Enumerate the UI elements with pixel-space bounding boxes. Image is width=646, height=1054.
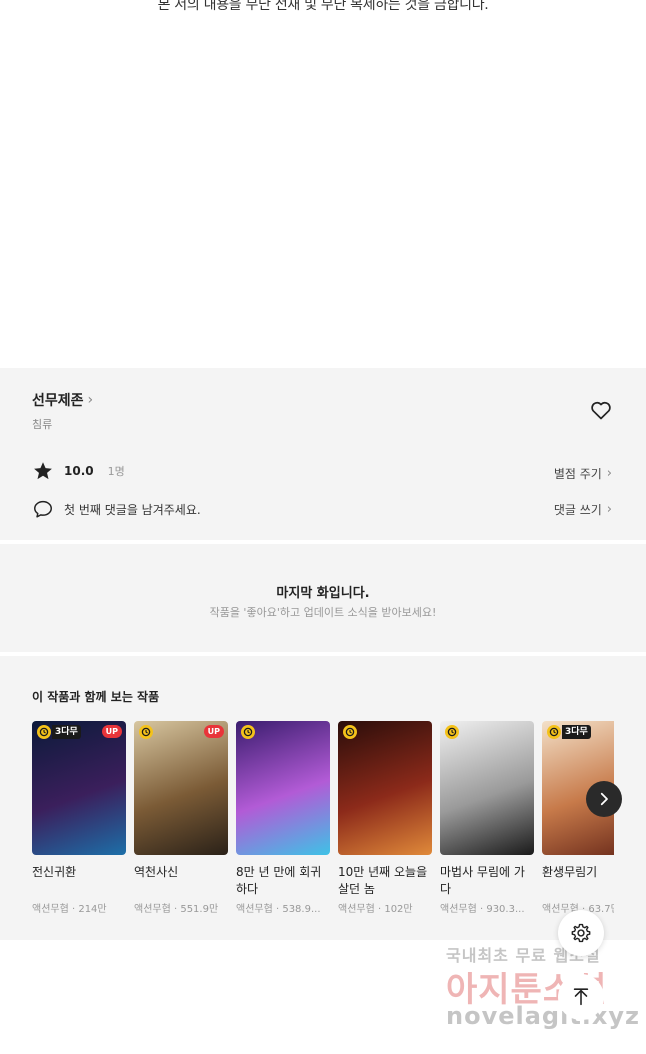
like-button[interactable] <box>589 398 613 422</box>
write-comment-label: 댓글 쓰기 <box>553 503 602 517</box>
up-badge: UP <box>101 725 122 738</box>
cover-art <box>440 721 534 855</box>
last-episode-subtitle: 작품을 '좋아요'하고 업데이트 소식을 받아보세요! <box>209 606 437 619</box>
cover-thumbnail[interactable] <box>338 721 432 855</box>
recommendations-list: 3다무 UP 전신귀환액션무협 · 214만 UP 역천사신액션무협 · 551.9만 8… <box>32 721 614 926</box>
arrow-up-icon <box>573 988 589 1006</box>
rate-label: 별점 주기 <box>553 467 602 481</box>
rating-row: 10.0 1명 <box>32 460 125 482</box>
recommendation-meta: 액션무협 · 930.3... <box>440 904 525 915</box>
series-author: 침류 <box>32 418 53 431</box>
recommendation-card[interactable]: 3다무 UP 전신귀환액션무협 · 214만 <box>32 721 126 915</box>
settings-button[interactable] <box>558 910 604 956</box>
clock-icon <box>37 725 51 739</box>
up-badge: UP <box>203 725 224 738</box>
recommendation-title[interactable]: 전신귀환 <box>32 864 126 898</box>
recommendation-title[interactable]: 마법사 무림에 가다 <box>440 864 534 898</box>
clock-icon <box>343 725 357 739</box>
cover-art <box>134 721 228 855</box>
comment-icon <box>34 500 52 518</box>
recommendation-meta: 액션무협 · 551.9만 <box>134 904 219 915</box>
three-day-free-badge: 3다무 <box>562 725 591 739</box>
clock-icon <box>445 725 459 739</box>
rating-score: 10.0 <box>64 464 94 478</box>
write-comment-button[interactable]: 댓글 쓰기 › <box>554 501 612 518</box>
cover-thumbnail[interactable]: UP <box>134 721 228 855</box>
recommendation-card[interactable]: 8만 년 만에 회귀하다액션무협 · 538.9... <box>236 721 330 915</box>
last-episode-title: 마지막 화입니다. <box>276 586 370 601</box>
recommendation-meta: 액션무협 · 538.9... <box>236 904 321 915</box>
recommendation-meta: 액션무협 · 102만 <box>338 904 413 915</box>
recommendation-card[interactable]: 10만 년째 오늘을 살던 놈액션무협 · 102만 <box>338 721 432 915</box>
settings-icon <box>571 923 591 943</box>
recommendation-title[interactable]: 환생무림기 <box>542 864 614 898</box>
recommendation-card[interactable]: UP 역천사신액션무협 · 551.9만 <box>134 721 228 915</box>
recommendation-title[interactable]: 역천사신 <box>134 864 228 898</box>
scroll-top-button[interactable] <box>558 974 604 1020</box>
series-title: 선무제존 <box>32 393 84 409</box>
chevron-right-icon: › <box>606 502 612 517</box>
rate-button[interactable]: 별점 주기 › <box>554 465 612 482</box>
recommendations-panel: 이 작품과 함께 보는 작품 3다무 UP 전신귀환액션무협 · 214만 UP 역천사… <box>0 656 646 940</box>
recommendation-meta: 액션무협 · 214만 <box>32 904 107 915</box>
cover-art <box>338 721 432 855</box>
comment-prompt[interactable]: 첫 번째 댓글을 남겨주세요. <box>64 501 201 518</box>
chevron-right-icon <box>600 792 608 806</box>
recommendation-title[interactable]: 10만 년째 오늘을 살던 놈 <box>338 864 432 898</box>
next-button[interactable] <box>586 781 622 817</box>
recommendations-heading: 이 작품과 함께 보는 작품 <box>32 690 160 704</box>
recommendation-card[interactable]: 마법사 무림에 가다액션무협 · 930.3... <box>440 721 534 915</box>
cover-thumbnail[interactable] <box>440 721 534 855</box>
heart-icon <box>591 401 611 420</box>
copyright-notice: 본 서의 내용을 무단 전재 및 무단 복제하는 것을 금합니다. <box>157 0 489 13</box>
series-info-panel: 선무제존 › 침류 10.0 1명 별점 주기 › 첫 번째 댓글을 남겨주세요… <box>0 368 646 540</box>
cover-thumbnail[interactable]: 3다무 UP <box>32 721 126 855</box>
chevron-right-icon: › <box>606 466 612 481</box>
clock-icon <box>139 725 153 739</box>
clock-icon <box>241 725 255 739</box>
three-day-free-badge: 3다무 <box>52 725 81 739</box>
watermark-line-3: novelagit.xyz <box>446 1002 641 1030</box>
cover-art <box>236 721 330 855</box>
cover-art <box>32 721 126 855</box>
comment-row: 첫 번째 댓글을 남겨주세요. <box>32 498 201 520</box>
series-title-link[interactable]: 선무제존 › <box>32 390 93 410</box>
watermark: 국내최초 무료 웹소설 아지툰소설 novelagit.xyz <box>440 940 640 1040</box>
cover-thumbnail[interactable] <box>236 721 330 855</box>
clock-icon <box>547 725 561 739</box>
rating-count: 1명 <box>107 465 125 478</box>
recommendation-title[interactable]: 8만 년 만에 회귀하다 <box>236 864 330 898</box>
chevron-right-icon: › <box>87 392 94 408</box>
star-icon <box>34 462 52 480</box>
recommendation-card[interactable]: 3다무환생무림기액션무협 · 63.7만 <box>542 721 614 915</box>
last-episode-panel: 마지막 화입니다. 작품을 '좋아요'하고 업데이트 소식을 받아보세요! <box>0 544 646 652</box>
